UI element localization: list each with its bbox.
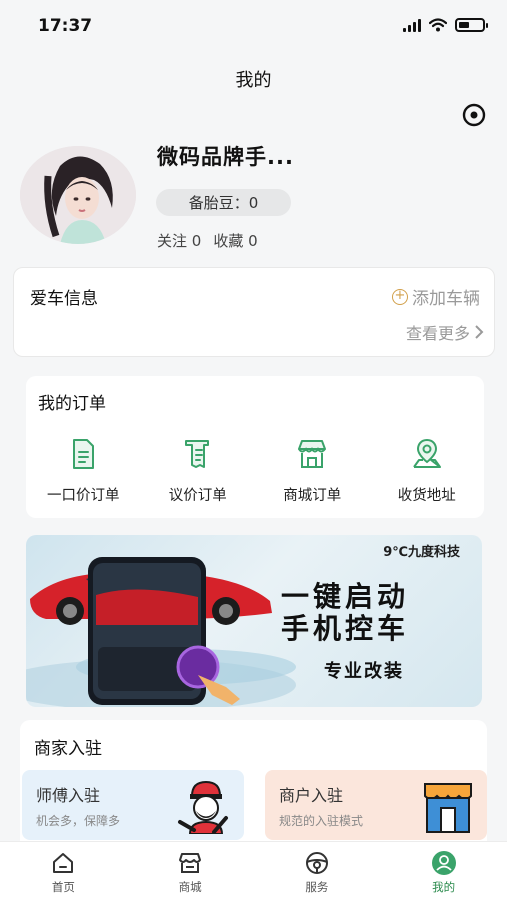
- cellular-signal-icon: [403, 18, 421, 32]
- wifi-icon: [429, 18, 447, 32]
- tab-shop[interactable]: 商城: [127, 842, 254, 900]
- storefront-icon: [424, 783, 472, 833]
- master-join-subtitle: 机会多，保障多: [36, 814, 121, 828]
- tab-label: 商城: [178, 880, 202, 894]
- shop-join-tile[interactable]: 商户入驻 规范的入驻模式: [265, 770, 487, 840]
- car-info-title: 爱车信息: [30, 289, 98, 309]
- order-item-label: 商城订单: [283, 488, 342, 504]
- orders-card: 我的订单 一口价订单 议价订单 商城订单 收货地址: [26, 376, 484, 518]
- chevron-right-icon: [475, 325, 484, 339]
- avatar[interactable]: [20, 146, 136, 244]
- banner-headline-2: 手机控车: [281, 612, 410, 645]
- beans-balance-badge[interactable]: 备胎豆：0: [156, 189, 291, 216]
- merchant-card: 商家入驻 师傅入驻 机会多，保障多 商户入驻 规范的入驻模式: [20, 720, 487, 845]
- mechanic-icon: [178, 780, 228, 834]
- user-icon: [431, 851, 456, 875]
- profile-stats: 关注 0 收藏 0: [157, 230, 258, 251]
- order-item-address[interactable]: 收货地址: [370, 436, 485, 505]
- order-shortcuts: 一口价订单 议价订单 商城订单 收货地址: [26, 436, 484, 505]
- order-item-mall[interactable]: 商城订单: [255, 436, 370, 505]
- shop-join-title: 商户入驻: [279, 786, 344, 805]
- orders-title: 我的订单: [38, 394, 106, 414]
- settings-icon[interactable]: [461, 102, 487, 128]
- banner-subheadline: 专业改装: [324, 661, 404, 682]
- steering-wheel-icon: [305, 852, 328, 874]
- order-item-label: 议价订单: [168, 488, 227, 504]
- add-car-label: 添加车辆: [412, 289, 480, 309]
- plus-circle-icon: +: [392, 288, 408, 305]
- tab-service[interactable]: 服务: [254, 842, 381, 900]
- merchant-title: 商家入驻: [34, 739, 102, 759]
- tab-home[interactable]: 首页: [0, 842, 127, 900]
- master-join-title: 师傅入驻: [36, 786, 101, 805]
- tab-label: 我的: [432, 880, 456, 894]
- bottom-tab-bar: 首页 商城 服务 我的: [0, 841, 507, 900]
- page-title: 我的: [235, 70, 272, 91]
- tab-mine[interactable]: 我的: [380, 842, 507, 900]
- banner-brand: 9℃九度科技: [383, 545, 460, 560]
- master-join-tile[interactable]: 师傅入驻 机会多，保障多: [22, 770, 244, 840]
- see-more-link[interactable]: 查看更多: [406, 320, 484, 344]
- order-item-negotiated[interactable]: 议价订单: [141, 436, 256, 505]
- shop-icon: [179, 853, 202, 873]
- battery-level: [459, 22, 469, 28]
- banner-artwork: [26, 557, 296, 707]
- store-icon: [298, 440, 327, 468]
- avatar-image: [20, 146, 136, 244]
- status-bar: 17:37: [0, 0, 507, 52]
- tab-label: 服务: [305, 880, 329, 894]
- favorites-count[interactable]: 收藏 0: [213, 230, 257, 251]
- user-nickname[interactable]: 微码品牌手...: [157, 141, 294, 171]
- status-time: 17:37: [38, 16, 93, 36]
- tab-label: 首页: [51, 880, 75, 894]
- order-item-label: 收货地址: [397, 488, 456, 504]
- following-count[interactable]: 关注 0: [157, 230, 201, 251]
- location-icon: [412, 438, 441, 468]
- battery-icon: [455, 18, 488, 32]
- order-item-label: 一口价订单: [47, 488, 120, 504]
- car-info-card: 爱车信息 + 添加车辆 查看更多: [13, 267, 495, 357]
- shop-join-subtitle: 规范的入驻模式: [279, 814, 364, 828]
- home-icon: [53, 853, 74, 873]
- receipt-icon: [184, 440, 209, 468]
- see-more-label: 查看更多: [405, 324, 470, 343]
- status-icons: [403, 18, 488, 32]
- add-car-button[interactable]: + 添加车辆: [392, 284, 480, 309]
- promo-banner[interactable]: 9℃九度科技 一键启动 手机控车 专业改装: [26, 535, 482, 707]
- order-item-fixed-price[interactable]: 一口价订单: [26, 436, 141, 505]
- document-icon: [73, 439, 95, 469]
